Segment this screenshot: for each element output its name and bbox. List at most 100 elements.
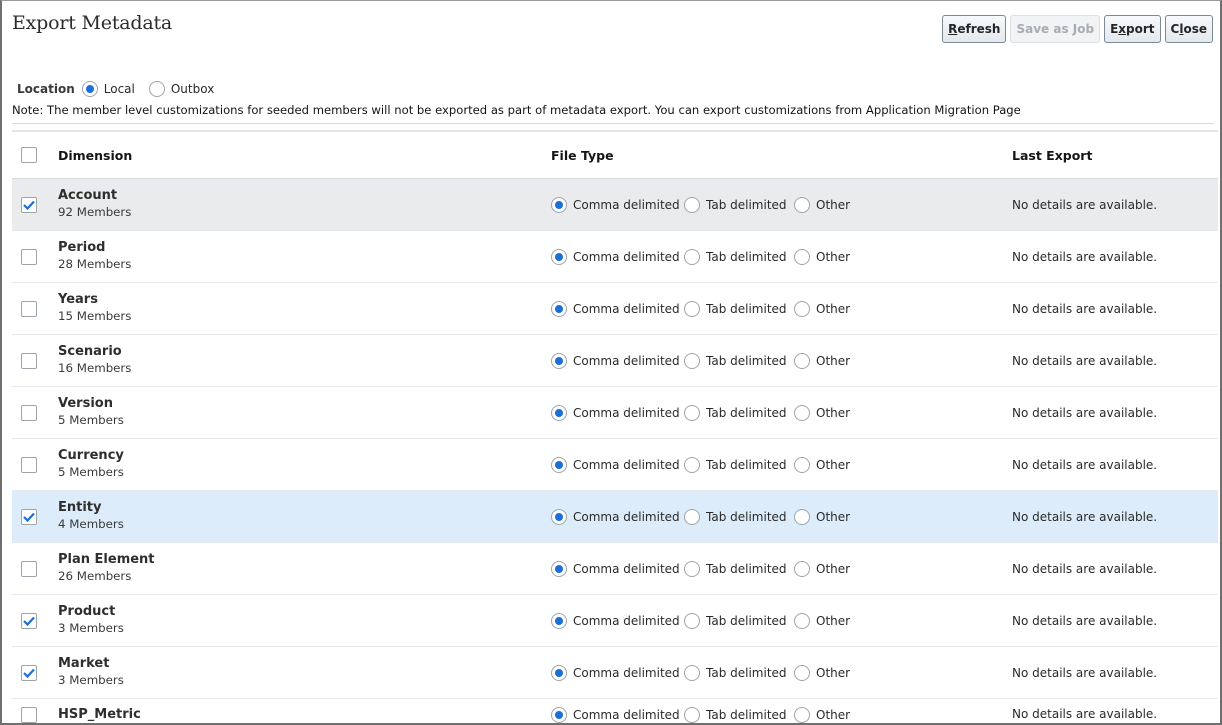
file-type-option-comma[interactable]: Comma delimited [551, 300, 684, 317]
radio-comma[interactable] [551, 456, 567, 473]
radio-other[interactable] [794, 456, 810, 473]
row-checkbox[interactable] [21, 352, 37, 369]
radio-comma[interactable] [551, 248, 567, 265]
file-type-option-comma[interactable]: Comma delimited [551, 456, 684, 473]
file-type-option-tab[interactable]: Tab delimited [684, 352, 794, 369]
file-type-option-comma[interactable]: Comma delimited [551, 196, 684, 213]
save-as-job-button[interactable]: Save as Job [1010, 15, 1101, 43]
file-type-option-comma[interactable]: Comma delimited [551, 508, 684, 525]
radio-other[interactable] [794, 560, 810, 577]
row-checkbox[interactable] [21, 196, 37, 213]
file-type-option-comma[interactable]: Comma delimited [551, 352, 684, 369]
select-all-checkbox[interactable] [21, 147, 37, 163]
column-header-file-type[interactable]: File Type [551, 148, 1012, 163]
radio-comma[interactable] [551, 707, 567, 723]
file-type-option-other[interactable]: Other [794, 508, 850, 525]
row-checkbox[interactable] [21, 707, 37, 723]
file-type-option-other[interactable]: Other [794, 560, 850, 577]
file-type-option-comma[interactable]: Comma delimited [551, 404, 684, 421]
location-option-outbox[interactable]: Outbox [148, 81, 214, 97]
file-type-option-other[interactable]: Other [794, 352, 850, 369]
column-header-last-export[interactable]: Last Export [1012, 148, 1218, 163]
radio-comma[interactable] [551, 560, 567, 577]
radio-comma[interactable] [551, 352, 567, 369]
row-checkbox[interactable] [21, 612, 37, 629]
radio-other[interactable] [794, 248, 810, 265]
radio-tab[interactable] [684, 456, 700, 473]
row-checkbox[interactable] [21, 300, 37, 317]
radio-tab[interactable] [684, 352, 700, 369]
file-type-option-other[interactable]: Other [794, 456, 850, 473]
radio-tab[interactable] [684, 300, 700, 317]
table-row-entity[interactable]: Entity 4 Members Comma delimited Tab del… [12, 491, 1218, 543]
close-button[interactable]: Close [1164, 15, 1213, 43]
table-row-years[interactable]: Years 15 Members Comma delimited Tab del… [12, 283, 1218, 335]
file-type-option-other[interactable]: Other [794, 707, 850, 723]
table-row-market[interactable]: Market 3 Members Comma delimited Tab del… [12, 647, 1218, 699]
location-option-local[interactable]: Local [81, 81, 135, 97]
file-type-option-tab[interactable]: Tab delimited [684, 508, 794, 525]
file-type-option-comma[interactable]: Comma delimited [551, 707, 684, 723]
radio-local[interactable] [81, 81, 98, 97]
row-checkbox[interactable] [21, 508, 37, 525]
radio-tab[interactable] [684, 196, 700, 213]
file-type-option-other[interactable]: Other [794, 248, 850, 265]
radio-tab[interactable] [684, 508, 700, 525]
table-row-hsp-metric[interactable]: HSP_Metric Comma delimited Tab delimited… [12, 699, 1218, 723]
column-header-dimension[interactable]: Dimension [58, 148, 551, 163]
row-checkbox[interactable] [21, 664, 37, 681]
row-checkbox[interactable] [21, 404, 37, 421]
radio-other[interactable] [794, 664, 810, 681]
radio-other[interactable] [794, 508, 810, 525]
file-type-option-tab[interactable]: Tab delimited [684, 456, 794, 473]
table-row-currency[interactable]: Currency 5 Members Comma delimited Tab d… [12, 439, 1218, 491]
radio-comma[interactable] [551, 404, 567, 421]
row-checkbox[interactable] [21, 248, 37, 265]
table-row-product[interactable]: Product 3 Members Comma delimited Tab de… [12, 595, 1218, 647]
file-type-option-tab[interactable]: Tab delimited [684, 560, 794, 577]
file-type-option-other[interactable]: Other [794, 404, 850, 421]
radio-other[interactable] [794, 196, 810, 213]
file-type-option-comma[interactable]: Comma delimited [551, 664, 684, 681]
radio-other[interactable] [794, 612, 810, 629]
file-type-option-tab[interactable]: Tab delimited [684, 248, 794, 265]
radio-tab[interactable] [684, 404, 700, 421]
file-type-option-comma[interactable]: Comma delimited [551, 560, 684, 577]
file-type-option-tab[interactable]: Tab delimited [684, 612, 794, 629]
file-type-option-other[interactable]: Other [794, 300, 850, 317]
row-checkbox[interactable] [21, 560, 37, 577]
radio-tab[interactable] [684, 560, 700, 577]
radio-comma[interactable] [551, 612, 567, 629]
radio-comma[interactable] [551, 508, 567, 525]
file-type-option-other[interactable]: Other [794, 664, 850, 681]
radio-comma[interactable] [551, 196, 567, 213]
radio-tab[interactable] [684, 664, 700, 681]
radio-tab[interactable] [684, 248, 700, 265]
radio-other[interactable] [794, 707, 810, 723]
file-type-option-comma[interactable]: Comma delimited [551, 248, 684, 265]
file-type-option-tab[interactable]: Tab delimited [684, 196, 794, 213]
file-type-option-tab[interactable]: Tab delimited [684, 300, 794, 317]
radio-tab[interactable] [684, 707, 700, 723]
table-row-account[interactable]: Account 92 Members Comma delimited Tab d… [12, 179, 1218, 231]
file-type-option-tab[interactable]: Tab delimited [684, 664, 794, 681]
refresh-button[interactable]: Refresh [942, 15, 1007, 43]
file-type-option-other[interactable]: Other [794, 612, 850, 629]
radio-other[interactable] [794, 300, 810, 317]
file-type-option-comma[interactable]: Comma delimited [551, 612, 684, 629]
export-button[interactable]: Export [1104, 15, 1161, 43]
table-row-scenario[interactable]: Scenario 16 Members Comma delimited Tab … [12, 335, 1218, 387]
radio-comma[interactable] [551, 300, 567, 317]
radio-other[interactable] [794, 352, 810, 369]
file-type-option-tab[interactable]: Tab delimited [684, 404, 794, 421]
radio-other[interactable] [794, 404, 810, 421]
radio-tab[interactable] [684, 612, 700, 629]
table-row-plan-element[interactable]: Plan Element 26 Members Comma delimited … [12, 543, 1218, 595]
file-type-option-tab[interactable]: Tab delimited [684, 707, 794, 723]
radio-outbox[interactable] [148, 81, 165, 97]
row-checkbox[interactable] [21, 456, 37, 473]
radio-comma[interactable] [551, 664, 567, 681]
table-row-version[interactable]: Version 5 Members Comma delimited Tab de… [12, 387, 1218, 439]
file-type-option-other[interactable]: Other [794, 196, 850, 213]
table-row-period[interactable]: Period 28 Members Comma delimited Tab de… [12, 231, 1218, 283]
